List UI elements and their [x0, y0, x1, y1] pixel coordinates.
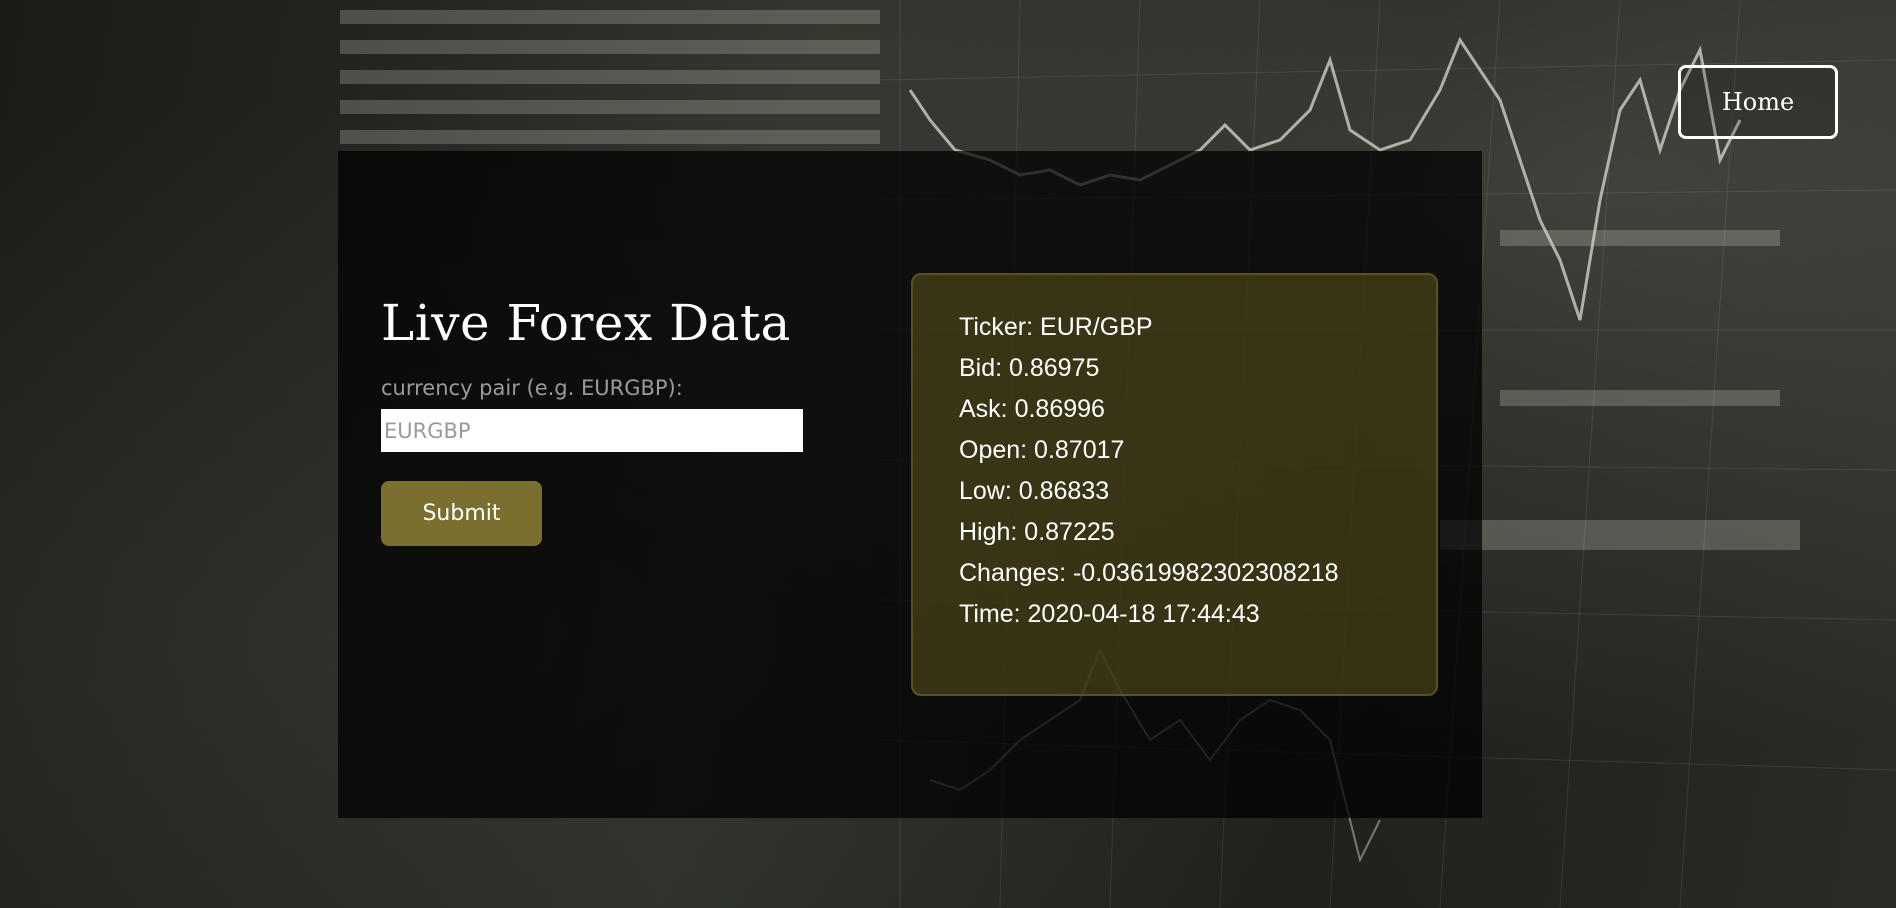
- open-value: Open: 0.87017: [959, 436, 1125, 464]
- bid-value: Bid: 0.86975: [959, 354, 1100, 382]
- high-value: High: 0.87225: [959, 518, 1115, 546]
- home-button[interactable]: Home: [1678, 65, 1838, 139]
- changes-value: Changes: -0.03619982302308218: [959, 559, 1339, 587]
- page-title: Live Forex Data: [381, 294, 791, 352]
- submit-button[interactable]: Submit: [381, 481, 542, 546]
- ticker-value: Ticker: EUR/GBP: [959, 313, 1153, 341]
- time-value: Time: 2020-04-18 17:44:43: [959, 600, 1260, 628]
- currency-pair-input[interactable]: [381, 409, 803, 452]
- quote-card: Ticker: EUR/GBP Bid: 0.86975 Ask: 0.8699…: [911, 273, 1438, 696]
- ask-value: Ask: 0.86996: [959, 395, 1105, 423]
- currency-pair-label: currency pair (e.g. EURGBP):: [381, 376, 683, 400]
- low-value: Low: 0.86833: [959, 477, 1110, 505]
